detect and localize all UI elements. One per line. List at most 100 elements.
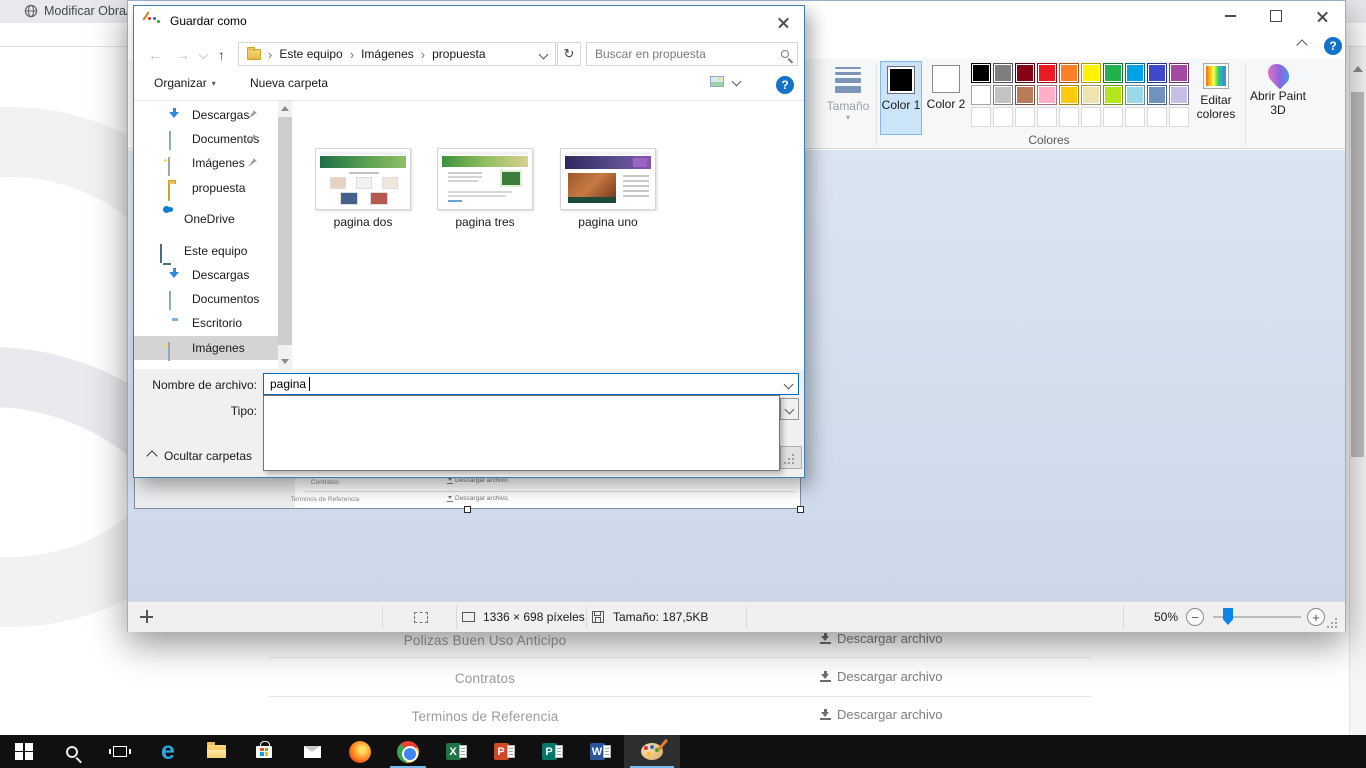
download-link[interactable]: Descargar archivo bbox=[820, 669, 943, 684]
color1-button[interactable]: Color 1 bbox=[880, 61, 922, 135]
chevron-down-icon[interactable] bbox=[784, 379, 794, 389]
palette-swatch[interactable] bbox=[1125, 85, 1145, 105]
taskbar-word[interactable]: W bbox=[576, 735, 624, 768]
cancel-button-edge[interactable] bbox=[780, 446, 802, 469]
taskbar-powerpoint[interactable]: P bbox=[480, 735, 528, 768]
palette-swatch[interactable] bbox=[1103, 85, 1123, 105]
up-icon[interactable]: ↑ bbox=[218, 47, 225, 63]
taskbar-store[interactable] bbox=[240, 735, 288, 768]
zoom-slider-thumb[interactable] bbox=[1223, 608, 1233, 625]
back-icon[interactable]: ← bbox=[148, 47, 162, 63]
sidebar-item-este-equipo[interactable]: Este equipo bbox=[134, 239, 278, 263]
open-paint3d-button[interactable]: Abrir Paint 3D bbox=[1249, 63, 1307, 117]
palette-swatch[interactable] bbox=[971, 85, 991, 105]
taskbar-publisher[interactable]: P bbox=[528, 735, 576, 768]
palette-swatch-empty[interactable] bbox=[971, 107, 991, 127]
breadcrumb-item[interactable]: Este equipo bbox=[279, 47, 342, 61]
palette-swatch-empty[interactable] bbox=[1103, 107, 1123, 127]
taskbar-file-explorer[interactable] bbox=[192, 735, 240, 768]
zoom-in-button[interactable]: + bbox=[1307, 608, 1325, 626]
download-link[interactable]: Descargar archivo bbox=[820, 707, 943, 722]
file-item-pagina-uno[interactable]: pagina uno bbox=[548, 148, 668, 229]
hide-folders-button[interactable]: Ocultar carpetas bbox=[148, 449, 252, 463]
start-button[interactable] bbox=[0, 735, 48, 768]
scrollbar-thumb[interactable] bbox=[278, 117, 292, 345]
palette-swatch-empty[interactable] bbox=[1081, 107, 1101, 127]
color2-button[interactable]: Color 2 bbox=[925, 61, 967, 135]
scroll-up-icon[interactable] bbox=[281, 106, 289, 111]
palette-swatch[interactable] bbox=[1015, 63, 1035, 83]
palette-swatch-empty[interactable] bbox=[1125, 107, 1145, 127]
breadcrumb-item[interactable]: propuesta bbox=[432, 47, 485, 61]
sidebar-item-documentos-pc[interactable]: Documentos bbox=[134, 287, 278, 311]
sidebar-item-imagenes-pc[interactable]: Imágenes bbox=[134, 336, 278, 360]
search-input[interactable] bbox=[595, 47, 781, 61]
palette-swatch-empty[interactable] bbox=[1037, 107, 1057, 127]
sidebar-item-descargas[interactable]: Descargas bbox=[134, 103, 278, 127]
taskbar-mail[interactable] bbox=[288, 735, 336, 768]
taskbar-search-button[interactable] bbox=[48, 735, 96, 768]
sidebar-item-escritorio[interactable]: Escritorio bbox=[134, 311, 278, 335]
size-button[interactable]: Tamaño ▾ bbox=[824, 61, 872, 122]
new-folder-button[interactable]: Nueva carpeta bbox=[250, 76, 328, 90]
palette-swatch[interactable] bbox=[1059, 63, 1079, 83]
palette-swatch[interactable] bbox=[993, 63, 1013, 83]
palette-swatch-empty[interactable] bbox=[1169, 107, 1189, 127]
search-icon[interactable] bbox=[781, 50, 789, 58]
maximize-button[interactable] bbox=[1253, 1, 1299, 31]
palette-swatch-empty[interactable] bbox=[1059, 107, 1079, 127]
sidebar-scrollbar[interactable] bbox=[278, 101, 292, 369]
palette-swatch[interactable] bbox=[1059, 85, 1079, 105]
palette-swatch[interactable] bbox=[1103, 63, 1123, 83]
sidebar-item-onedrive[interactable]: OneDrive bbox=[134, 207, 278, 231]
forward-icon[interactable]: → bbox=[176, 47, 190, 63]
taskbar-edge[interactable]: e bbox=[144, 735, 192, 768]
taskbar-firefox[interactable] bbox=[336, 735, 384, 768]
palette-swatch[interactable] bbox=[1081, 63, 1101, 83]
close-button[interactable] bbox=[1299, 1, 1345, 31]
sidebar-item-documentos[interactable]: Documentos bbox=[134, 127, 278, 151]
palette-swatch[interactable] bbox=[1125, 63, 1145, 83]
palette-swatch[interactable] bbox=[1169, 63, 1189, 83]
file-item-pagina-dos[interactable]: pagina dos bbox=[303, 148, 423, 229]
palette-swatch[interactable] bbox=[1037, 63, 1057, 83]
minimize-button[interactable] bbox=[1207, 1, 1253, 31]
refresh-button[interactable]: ↻ bbox=[557, 42, 581, 66]
sidebar-item-imagenes[interactable]: Imágenes bbox=[134, 151, 278, 175]
breadcrumb-item[interactable]: Imágenes bbox=[361, 47, 414, 61]
palette-swatch[interactable] bbox=[993, 85, 1013, 105]
edit-colors-button[interactable]: Editar colores bbox=[1191, 63, 1241, 121]
task-view-button[interactable] bbox=[96, 735, 144, 768]
dialog-close-button[interactable] bbox=[760, 7, 806, 37]
palette-swatch[interactable] bbox=[971, 63, 991, 83]
chevron-down-icon[interactable] bbox=[539, 49, 549, 59]
palette-swatch[interactable] bbox=[1037, 85, 1057, 105]
filename-autocomplete-dropdown[interactable] bbox=[263, 395, 780, 471]
sidebar-item-descargas-pc[interactable]: Descargas bbox=[134, 263, 278, 287]
taskbar-excel[interactable]: X bbox=[432, 735, 480, 768]
filetype-dropdown-button[interactable] bbox=[780, 398, 799, 420]
scrollbar-up-icon[interactable] bbox=[1353, 66, 1363, 72]
palette-swatch-empty[interactable] bbox=[993, 107, 1013, 127]
dialog-help-button[interactable]: ? bbox=[776, 76, 794, 94]
breadcrumb[interactable]: › Este equipo › Imágenes › propuesta bbox=[238, 42, 556, 66]
sidebar-item-propuesta[interactable]: propuesta bbox=[134, 176, 278, 200]
scrollbar-thumb[interactable] bbox=[1351, 92, 1364, 457]
canvas-resize-handle[interactable] bbox=[464, 506, 471, 513]
views-button[interactable] bbox=[710, 76, 740, 87]
palette-swatch[interactable] bbox=[1081, 85, 1101, 105]
filename-input[interactable]: pagina bbox=[263, 373, 799, 395]
zoom-out-button[interactable]: − bbox=[1186, 608, 1204, 626]
palette-swatch-empty[interactable] bbox=[1015, 107, 1035, 127]
palette-swatch[interactable] bbox=[1169, 85, 1189, 105]
browser-tab-title[interactable]: Modificar Obra/ bbox=[44, 4, 129, 18]
resize-grip-icon[interactable] bbox=[1335, 626, 1337, 628]
scroll-down-icon[interactable] bbox=[281, 359, 289, 364]
download-link[interactable]: Descargar archivo bbox=[820, 631, 943, 646]
file-item-pagina-tres[interactable]: pagina tres bbox=[425, 148, 545, 229]
recent-locations-icon[interactable] bbox=[199, 50, 209, 60]
collapse-ribbon-button[interactable] bbox=[1298, 41, 1306, 49]
taskbar-chrome[interactable] bbox=[384, 735, 432, 768]
dialog-resize-grip[interactable] bbox=[792, 462, 794, 464]
help-button[interactable]: ? bbox=[1324, 37, 1342, 55]
